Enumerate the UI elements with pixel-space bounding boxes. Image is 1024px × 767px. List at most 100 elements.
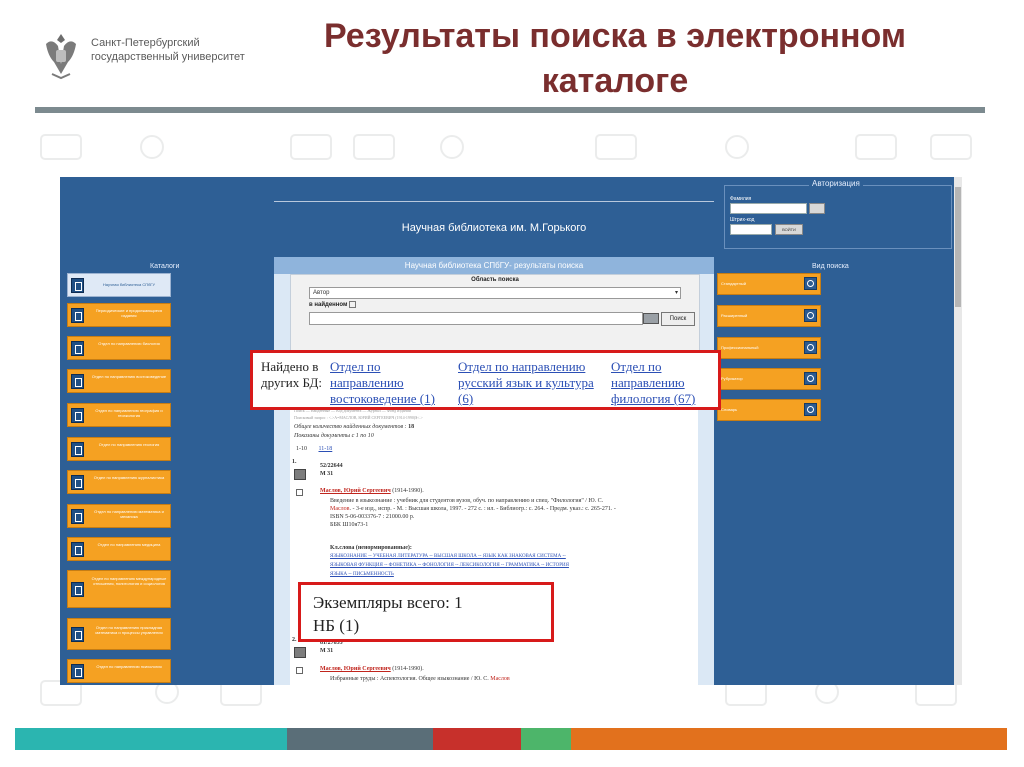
catalog-item-periodicals[interactable]: Периодические и продолжающиеся издания [67, 303, 171, 327]
surname-label: Фамилия [730, 196, 752, 202]
magnifier-icon [804, 309, 817, 322]
catalog-item-main[interactable]: Научная библиотека СПбГУ [67, 273, 171, 297]
catalogs-title: Каталоги [150, 263, 180, 270]
dept-link-oriental[interactable]: Отдел по направлению востоковедение (1) [330, 359, 448, 407]
catalog-item-geography[interactable]: Отдел по направлению география и геоэкол… [67, 403, 171, 427]
slide-title: Результаты поиска в электронном каталоге [250, 14, 980, 104]
search-view-title: Вид поиска [812, 263, 849, 270]
bottom-bar-segment [287, 728, 433, 750]
keyboard-icon[interactable] [643, 313, 659, 324]
result-checkbox[interactable] [296, 667, 303, 674]
search-field-select[interactable]: Автор ▾ [309, 287, 681, 299]
book-icon [71, 408, 84, 423]
catalog-item-geology[interactable]: Отдел по направлению геология [67, 437, 171, 461]
shown-range: Показаны документы с 1 по 10 [294, 433, 374, 439]
view-standard[interactable]: Стандартный [717, 273, 821, 295]
catalog-item-international[interactable]: Отдел по направлению международные отнош… [67, 570, 171, 608]
pagination: 1-10 11-18 [296, 446, 332, 452]
view-extended[interactable]: Расширенный [717, 305, 821, 327]
university-logo: Санкт-Петербургский государственный унив… [38, 30, 245, 90]
book-icon [71, 582, 84, 597]
search-field-value: Автор [313, 290, 330, 296]
in-found-option[interactable]: в найденном [309, 301, 357, 308]
book-icon [71, 442, 84, 457]
total-count: Общее количество найденных документов : … [294, 424, 415, 430]
copies-location-link[interactable]: НБ (1) [313, 615, 359, 637]
title-divider [35, 107, 985, 113]
chevron-down-icon: ▾ [674, 290, 678, 296]
search-button[interactable]: Поиск [661, 312, 695, 326]
bottom-bar-segment [15, 728, 287, 750]
page-scrollbar[interactable] [954, 177, 962, 685]
book-icon [71, 542, 84, 557]
result-author: Маслов, Юрий Сергеевич (1914-1990). [320, 488, 424, 494]
bottom-bar-segment [571, 728, 1007, 750]
keyboard-button[interactable] [809, 203, 825, 214]
printer-icon[interactable] [294, 647, 306, 658]
scrollbar-thumb[interactable] [955, 187, 961, 307]
found-in-other-db-callout: Найдено в других БД: Отдел по направлени… [250, 350, 721, 410]
book-icon [71, 278, 84, 293]
catalog-item-medicine[interactable]: Отдел по направлению медицина [67, 537, 171, 561]
barcode-label: Штрих-код [730, 217, 755, 223]
catalog-item-oriental[interactable]: Отдел по направлению востоковедение [67, 369, 171, 393]
book-icon [71, 627, 84, 642]
catalog-item-psychology[interactable]: Отдел по направлению психология [67, 659, 171, 683]
bottom-color-bar [15, 728, 1007, 750]
auth-panel: Авторизация Фамилия Штрих-код ВОЙТИ [724, 179, 952, 249]
keyword-links[interactable]: ЯЗЫКОЗНАНИЕ -- УЧЕБНАЯ ЛИТЕРАТУРА -- ВЫС… [330, 552, 690, 579]
keywords-heading: Кл.слова (ненормированные): [330, 545, 412, 551]
search-query-input[interactable] [309, 312, 643, 325]
surname-input[interactable] [730, 203, 807, 214]
login-button[interactable]: ВОЙТИ [775, 224, 803, 235]
bottom-bar-segment [433, 728, 521, 750]
barcode-input[interactable] [730, 224, 772, 235]
found-in-other-db-label: Найдено в других БД: [261, 359, 322, 390]
result-description: Введение в языкознание : учебник для сту… [330, 498, 616, 528]
magnifier-icon [804, 277, 817, 290]
result-checkbox[interactable] [296, 489, 303, 496]
copies-callout: Экземпляры всего: 1 НБ (1) [298, 582, 554, 642]
book-icon [71, 475, 84, 490]
slide-title-line2: каталоге [541, 62, 689, 100]
magnifier-icon [804, 372, 817, 385]
page-current: 1-10 [296, 446, 307, 452]
result-description: Избранные труды : Аспектология. Общее яз… [330, 676, 510, 682]
catalog-item-journalism[interactable]: Отдел по направлению журналистика [67, 470, 171, 494]
view-professional[interactable]: Профессиональный [717, 337, 821, 359]
view-dictionary[interactable]: Словарь [717, 399, 821, 421]
slide-title-line1: Результаты поиска в электронном [323, 17, 907, 55]
page-next-link[interactable]: 11-18 [319, 446, 333, 452]
bottom-bar-segment [521, 728, 571, 750]
auth-title: Авторизация [809, 179, 863, 188]
result-author: Маслов, Юрий Сергеевич (1914-1990). [320, 666, 424, 672]
catalog-item-biology[interactable]: Отдел по направлению биология [67, 336, 171, 360]
result-number: 2. [292, 637, 297, 643]
catalog-item-math[interactable]: Отдел по направлению математика и механи… [67, 504, 171, 528]
dept-link-russian[interactable]: Отдел по направлению русский язык и куль… [458, 359, 606, 407]
copies-total: Экземпляры всего: 1 [313, 593, 463, 612]
result-code: 52/22644 М 31 [320, 463, 343, 477]
printer-icon[interactable] [294, 469, 306, 480]
book-icon [71, 374, 84, 389]
library-title: Научная библиотека им. М.Горького [401, 222, 587, 234]
magnifier-icon [804, 403, 817, 416]
book-icon [71, 509, 84, 524]
book-icon [71, 341, 84, 356]
search-query-text: Поисковый запрос : <.>A=МАСЛОВ, ЮРИЙ СЕР… [294, 415, 423, 420]
results-list: Поиск — Найденные — Код документа — Журн… [290, 407, 698, 685]
result-number: 1. [292, 459, 297, 465]
header-divider [274, 201, 714, 202]
view-rubricator[interactable]: Рубрикатор [717, 368, 821, 390]
results-panel-header: Научная библиотека СПбГУ- результаты пои… [274, 257, 714, 274]
catalog-item-applied-math[interactable]: Отдел по направлению прикладная математи… [67, 618, 171, 650]
search-form: Область поиска Автор ▾ в найденном Поиск [290, 274, 700, 354]
magnifier-icon [804, 341, 817, 354]
book-icon [71, 308, 84, 323]
dept-link-philology[interactable]: Отдел по направлению филология (67) [611, 359, 713, 407]
logo-text: Санкт-Петербургский государственный унив… [91, 37, 245, 63]
in-found-checkbox[interactable] [349, 301, 357, 308]
coat-of-arms-icon [46, 34, 76, 80]
search-area-label: Область поиска [471, 277, 519, 283]
book-icon [71, 664, 84, 679]
